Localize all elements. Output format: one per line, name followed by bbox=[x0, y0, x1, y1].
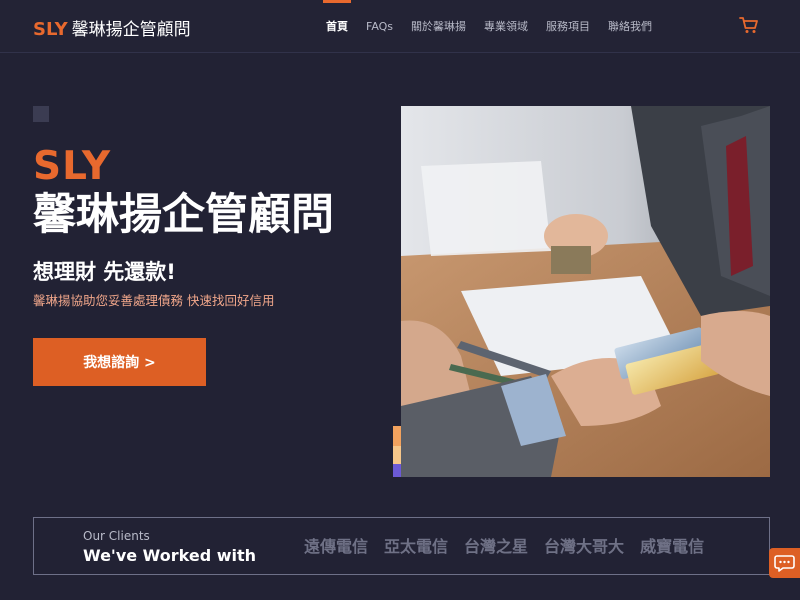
business-handshake-credit-card-photo bbox=[401, 106, 770, 477]
hero-tagline: 馨琳揚協助您妥善處理債務 快速找回好信用 bbox=[33, 293, 275, 308]
consult-button[interactable]: 我想諮詢 > bbox=[33, 338, 206, 386]
nav-item-contact[interactable]: 聯絡我們 bbox=[599, 0, 661, 53]
client-logo: 台灣之星 bbox=[464, 537, 529, 556]
photo-decoration bbox=[393, 426, 401, 446]
nav-item-expertise[interactable]: 專業領域 bbox=[475, 0, 537, 53]
hero-subtitle: 想理財 先還款! bbox=[33, 260, 176, 284]
clients-heading: We've Worked with bbox=[83, 546, 257, 565]
decorative-square bbox=[33, 106, 49, 122]
nav-item-services[interactable]: 服務項目 bbox=[537, 0, 599, 53]
photo-decoration bbox=[393, 446, 401, 464]
logo-mark: SLY bbox=[33, 19, 68, 40]
chat-bubble-icon[interactable] bbox=[769, 548, 800, 578]
hero-title: 馨琳揚企管顧問 bbox=[33, 190, 334, 240]
client-logo: 台灣大哥大 bbox=[544, 537, 625, 556]
client-logo-list: 遠傳電信 亞太電信 台灣之星 台灣大哥大 威寶電信 bbox=[304, 536, 704, 558]
clients-kicker: Our Clients bbox=[83, 529, 150, 543]
clients-band: Our Clients We've Worked with 遠傳電信 亞太電信 … bbox=[33, 517, 770, 575]
nav-item-home[interactable]: 首頁 bbox=[317, 0, 357, 53]
hero-brand: SLY bbox=[33, 144, 112, 189]
client-logo: 遠傳電信 bbox=[304, 537, 369, 556]
logo-name: 馨琳揚企管顧問 bbox=[71, 20, 191, 40]
nav-item-about[interactable]: 關於馨琳揚 bbox=[402, 0, 475, 53]
site-header: SLY 馨琳揚企管顧問 首頁 FAQs 關於馨琳揚 專業領域 服務項目 聯絡我們 bbox=[0, 0, 800, 53]
main-nav: 首頁 FAQs 關於馨琳揚 專業領域 服務項目 聯絡我們 bbox=[317, 0, 661, 53]
client-logo: 威寶電信 bbox=[640, 537, 705, 556]
site-logo[interactable]: SLY 馨琳揚企管顧問 bbox=[33, 15, 191, 40]
nav-item-faqs[interactable]: FAQs bbox=[357, 0, 402, 53]
photo-decoration bbox=[393, 464, 401, 477]
shopping-cart-icon[interactable] bbox=[738, 15, 760, 35]
client-logo: 亞太電信 bbox=[384, 537, 449, 556]
